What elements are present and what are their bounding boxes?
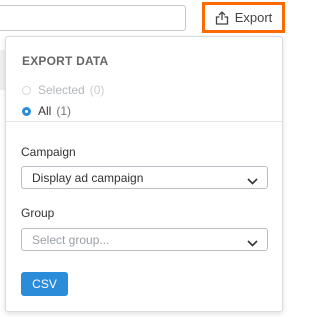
radio-count: (1) [56, 104, 72, 118]
radio-all[interactable]: All (1) [22, 104, 71, 118]
export-button-label: Export [234, 10, 273, 25]
radio-selected[interactable]: Selected (0) [22, 83, 104, 97]
share-upload-icon [215, 10, 229, 25]
export-dropdown-panel: EXPORT DATA Selected (0) All (1) Campaig… [5, 36, 283, 312]
csv-button[interactable]: CSV [21, 272, 68, 296]
campaign-label: Campaign [21, 145, 76, 159]
radio-label: All [38, 104, 52, 118]
radio-count: (0) [89, 83, 105, 97]
group-select[interactable]: Select group... [21, 228, 268, 251]
radio-circle [22, 106, 31, 116]
radio-label: Selected [38, 83, 85, 97]
group-label: Group [21, 206, 55, 220]
chevron-down-icon [247, 236, 258, 250]
radio-circle [22, 85, 31, 95]
chevron-down-icon [247, 174, 258, 188]
campaign-value: Display ad campaign [32, 170, 144, 185]
export-button[interactable]: Export [202, 2, 285, 33]
group-placeholder: Select group... [32, 232, 110, 247]
search-input[interactable] [0, 5, 186, 31]
campaign-select[interactable]: Display ad campaign [21, 166, 268, 189]
panel-title: EXPORT DATA [22, 54, 109, 68]
divider [6, 121, 282, 122]
